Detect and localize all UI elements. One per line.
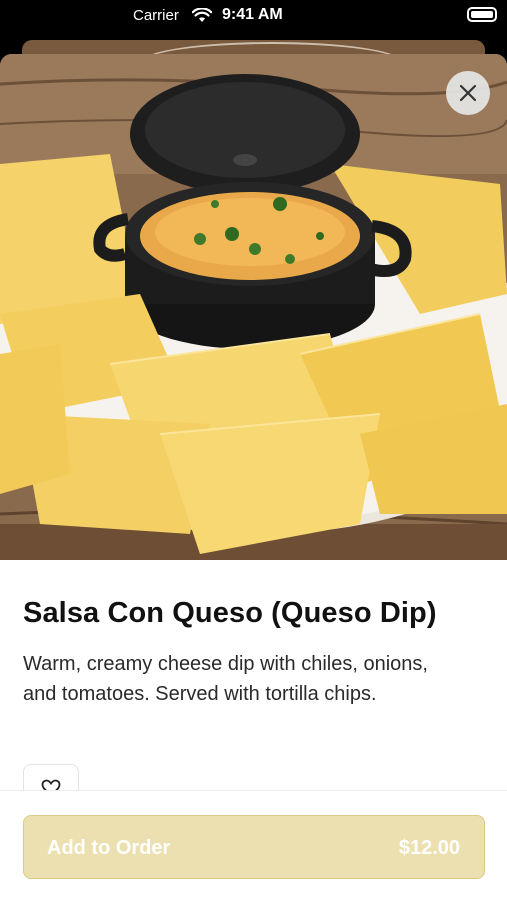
item-detail-sheet: Salsa Con Queso (Queso Dip) Warm, creamy… [0, 54, 507, 900]
order-footer: Add to Order $12.00 [0, 790, 507, 900]
wifi-icon [191, 7, 213, 28]
add-to-order-label: Add to Order [47, 837, 171, 859]
clock: 9:41 AM [222, 6, 283, 23]
close-button[interactable] [446, 71, 490, 115]
price-label: $12.00 [398, 837, 460, 859]
battery-icon [467, 7, 497, 22]
status-bar: Carrier 9:41 AM [0, 0, 507, 34]
close-icon [459, 84, 477, 102]
carrier-label: Carrier [133, 7, 179, 24]
add-to-order-button[interactable]: Add to Order $12.00 [23, 815, 485, 879]
item-photo [0, 54, 507, 560]
item-title: Salsa Con Queso (Queso Dip) [23, 597, 437, 629]
item-description: Warm, creamy cheese dip with chiles, oni… [23, 653, 428, 705]
